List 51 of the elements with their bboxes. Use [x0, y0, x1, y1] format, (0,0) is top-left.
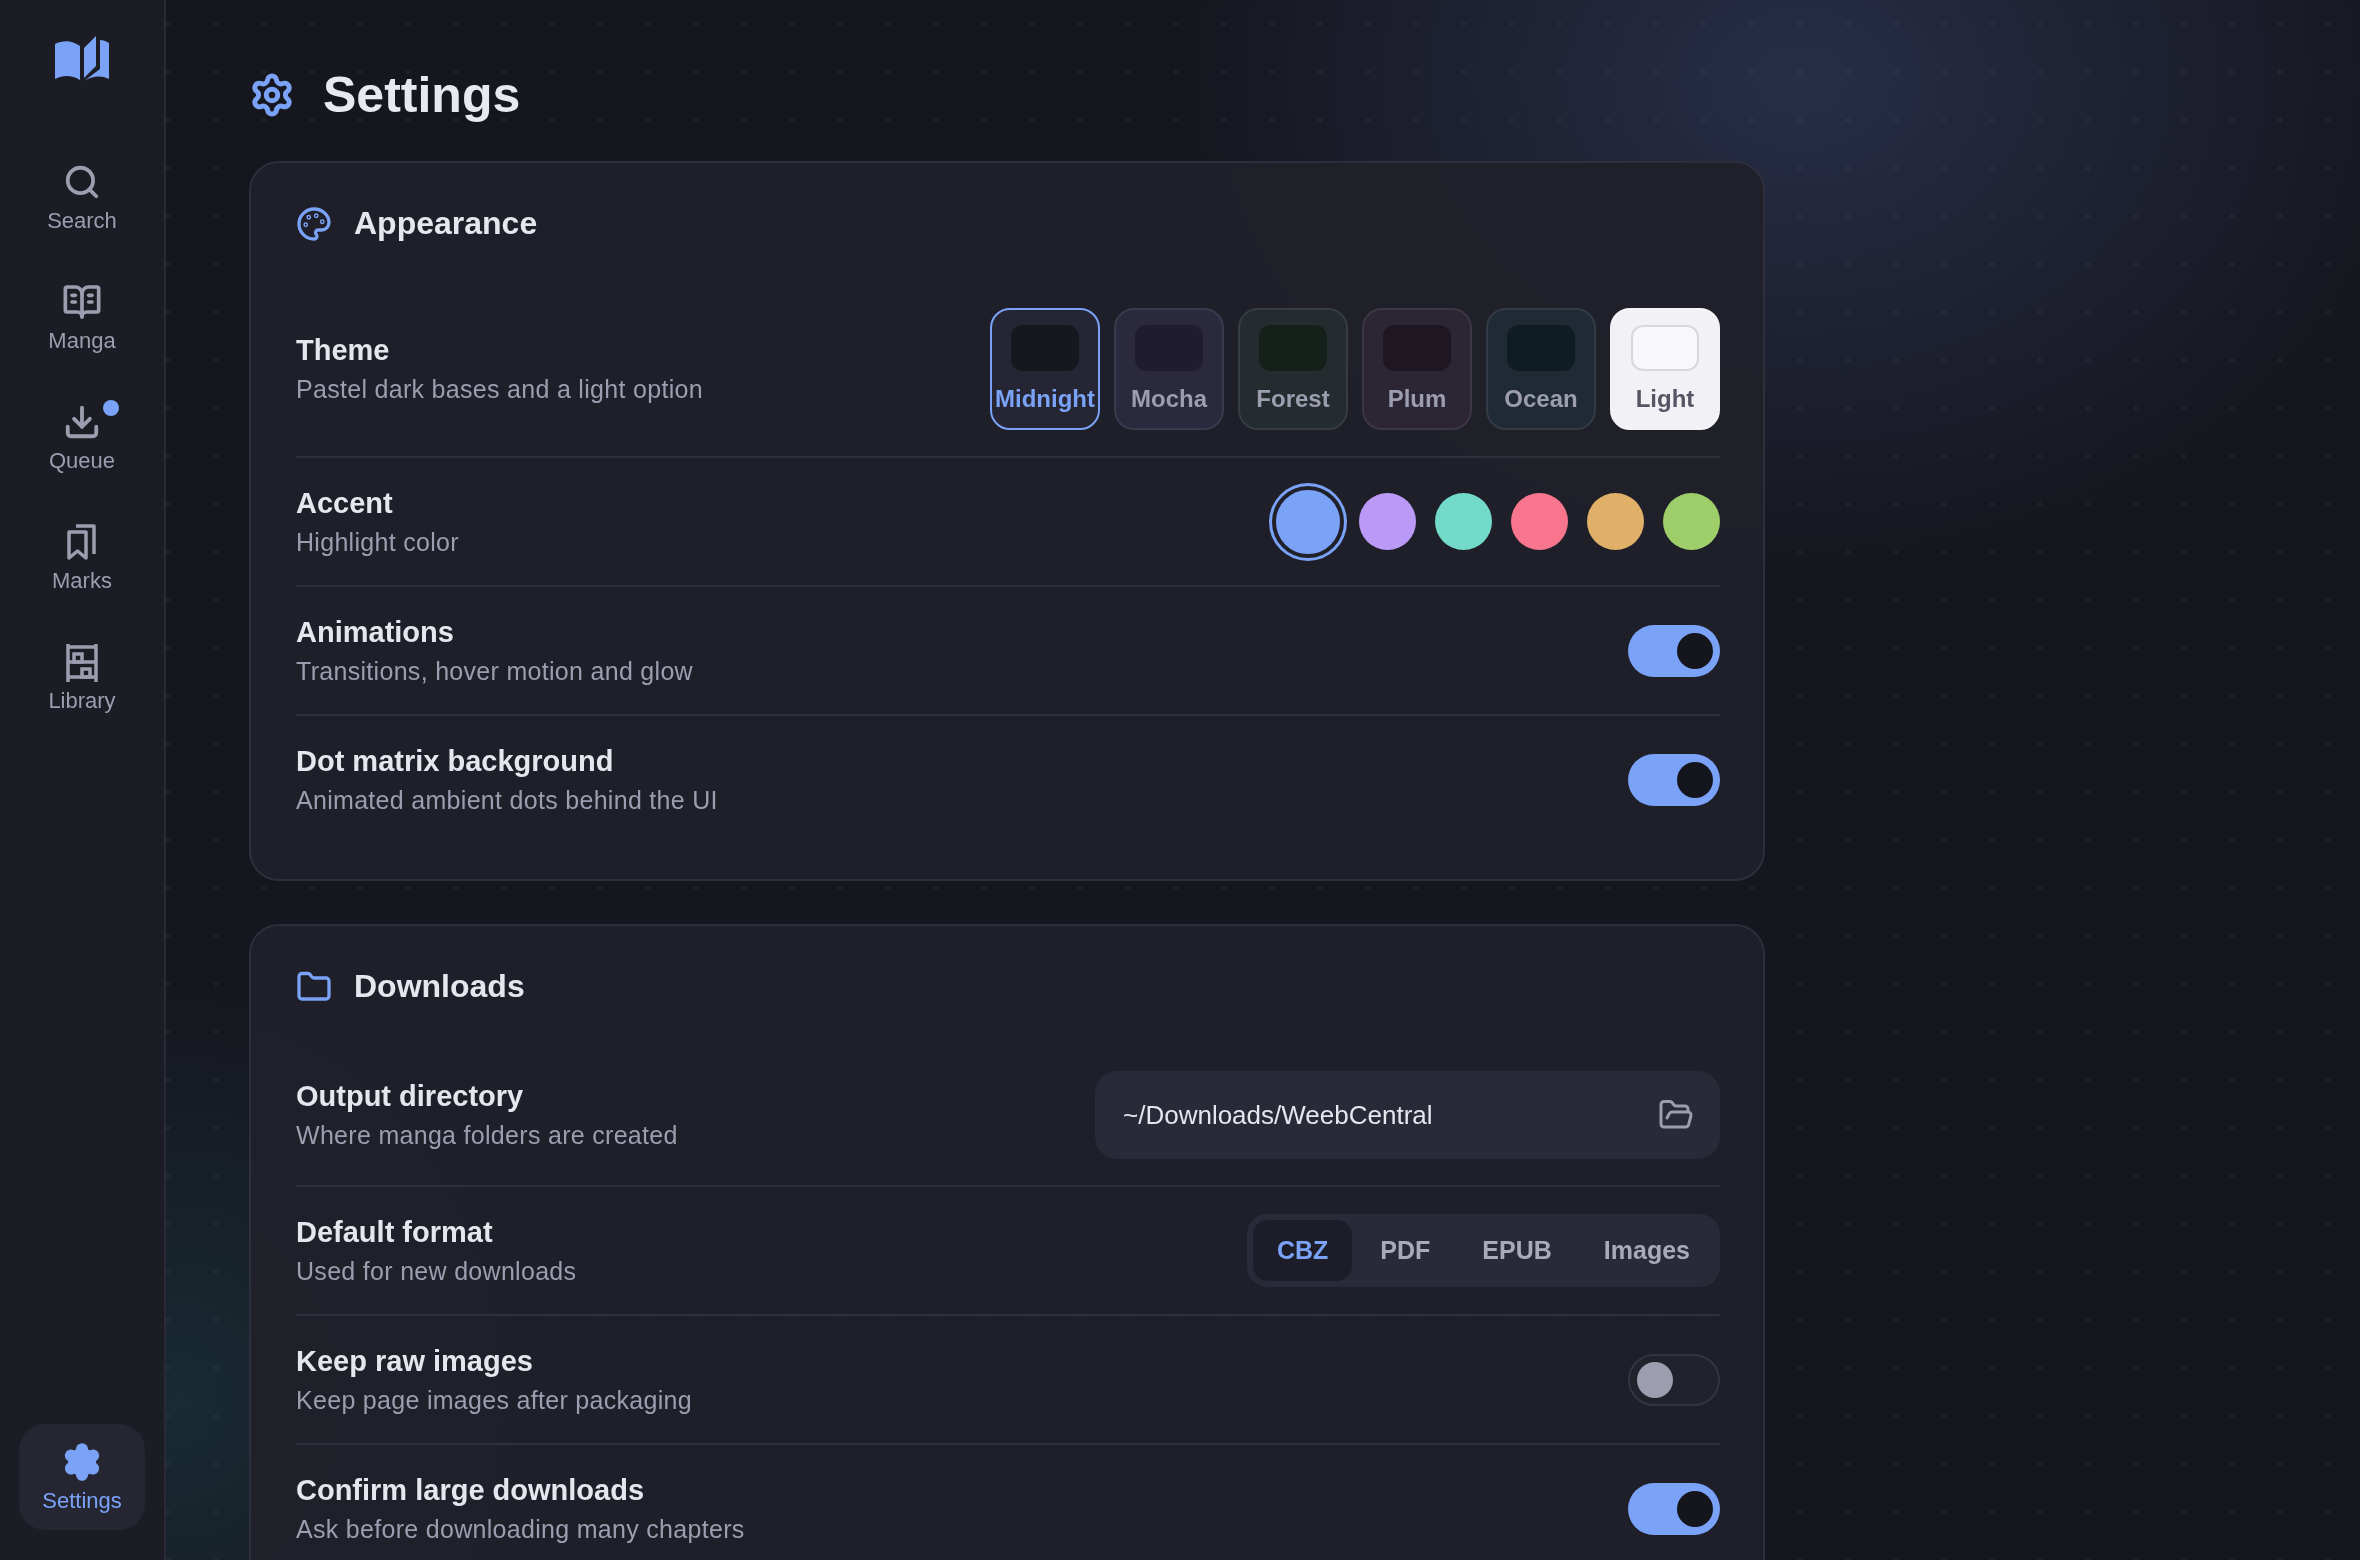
setting-label: Dot matrix background [296, 744, 615, 778]
section-title: Downloads [354, 968, 525, 1005]
setting-label: Confirm large downloads [296, 1473, 646, 1507]
setting-description: Highlight color [296, 527, 459, 557]
sidebar-item[interactable]: Library [19, 624, 145, 730]
theme-option[interactable]: Ocean [1486, 308, 1596, 430]
theme-option[interactable]: Light [1610, 308, 1720, 430]
format-option[interactable]: EPUB [1458, 1220, 1576, 1281]
sidebar-item[interactable]: Marks [19, 504, 145, 610]
setting-description: Animated ambient dots behind the UI [296, 785, 718, 815]
setting-description: Keep page images after packaging [296, 1385, 692, 1415]
page-title: Settings [323, 66, 521, 124]
accent-swatch[interactable] [1587, 493, 1644, 550]
download-icon [63, 403, 101, 441]
search-icon [63, 163, 101, 201]
toggle-switch[interactable] [1628, 1482, 1720, 1535]
sidebar-item[interactable]: Manga [19, 264, 145, 370]
toggle-switch[interactable] [1628, 624, 1720, 677]
theme-option[interactable]: Mocha [1114, 308, 1224, 430]
theme-option[interactable]: Forest [1238, 308, 1348, 430]
setting-label: Animations [296, 615, 455, 649]
sidebar-item[interactable]: Settings [19, 1424, 145, 1530]
setting-description: Pastel dark bases and a light option [296, 375, 703, 404]
accent-swatch[interactable] [1663, 493, 1720, 550]
theme-option[interactable]: Midnight [990, 308, 1100, 430]
accent-swatch[interactable] [1272, 485, 1344, 558]
directory-field[interactable]: ~/Downloads/WeebCentral [1095, 1071, 1720, 1159]
setting-description: Where manga folders are created [296, 1121, 678, 1150]
toggle-switch[interactable] [1628, 1353, 1720, 1406]
section-title: Appearance [354, 205, 538, 242]
toggle-switch[interactable] [1628, 753, 1720, 806]
theme-option[interactable]: Plum [1362, 308, 1472, 430]
accent-swatch[interactable] [1435, 493, 1492, 550]
setting-label: Default format [296, 1215, 494, 1249]
setting-label: Theme [296, 334, 391, 367]
setting-label: Output directory [296, 1080, 525, 1113]
format-option[interactable]: Images [1579, 1220, 1714, 1281]
accent-swatch[interactable] [1359, 493, 1416, 550]
bookshelf-icon [64, 642, 100, 682]
setting-label: Accent [296, 486, 394, 520]
setting-description: Used for new downloads [296, 1256, 577, 1286]
format-option[interactable]: CBZ [1252, 1220, 1353, 1281]
palette-icon [296, 205, 332, 242]
setting-description: Ask before downloading many chapters [296, 1514, 745, 1544]
setting-description: Transitions, hover motion and glow [296, 656, 693, 686]
setting-label: Keep raw images [296, 1344, 534, 1378]
sidebar-item[interactable]: Queue [19, 384, 145, 490]
accent-swatch[interactable] [1511, 493, 1568, 550]
open-book-icon [62, 282, 102, 322]
format-option[interactable]: PDF [1356, 1220, 1455, 1281]
sidebar-item[interactable]: Search [19, 144, 145, 250]
